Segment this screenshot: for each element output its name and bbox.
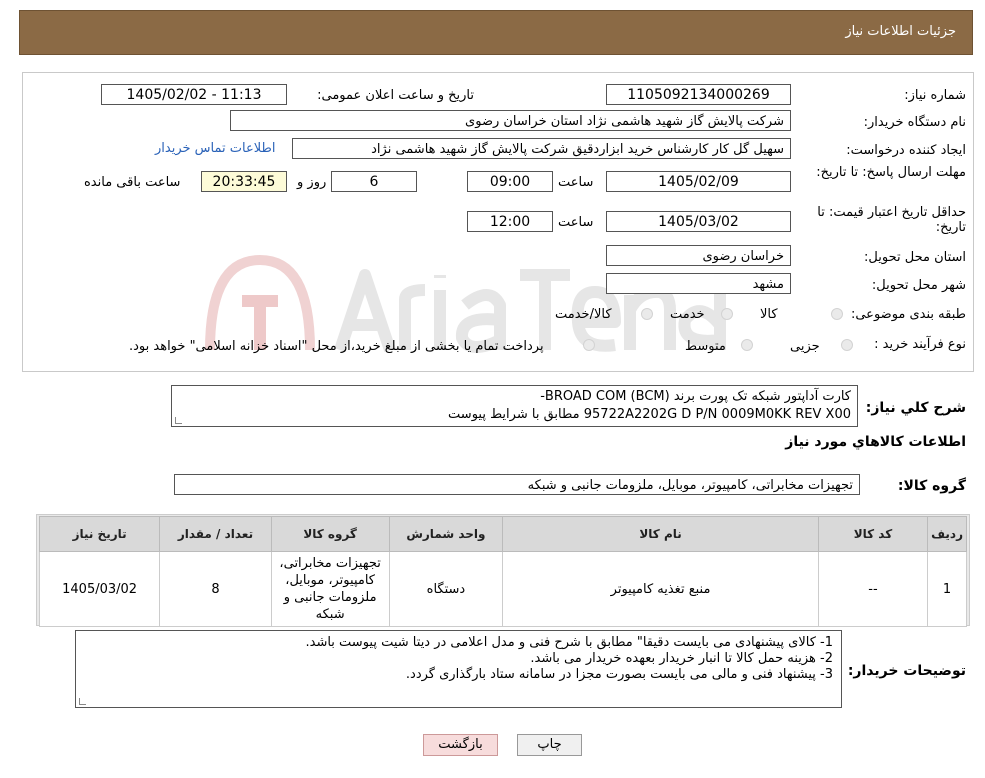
col-header-date: تاریخ نیاز [38, 516, 161, 552]
cell-qty: 8 [159, 551, 272, 627]
announce-field: 1405/02/02 - 11:13 [101, 84, 287, 105]
deadline-time-field: 09:00 [467, 171, 553, 192]
days-field: 6 [331, 171, 417, 192]
category-option-service: خدمت [670, 307, 705, 322]
buyer-note-1: 1- کالای پیشنهادی می بایست دقیقا" مطابق … [305, 635, 833, 650]
process-radio-medium[interactable] [741, 339, 753, 351]
category-radio-goods-service[interactable] [641, 308, 653, 320]
validity-time-label: ساعت [558, 215, 594, 230]
validity-time-field: 12:00 [467, 211, 553, 232]
col-header-qty: تعداد / مقدار [159, 516, 272, 552]
need-number-field: 1105092134000269 [606, 84, 791, 105]
page-title: جزئیات اطلاعات نیاز [845, 24, 956, 39]
validity-label: حداقل تاریخ اعتبار قیمت: تا تاریخ: [817, 205, 966, 235]
province-label: استان محل تحویل: [864, 250, 966, 265]
col-header-code: کد کالا [817, 516, 929, 552]
category-radio-service[interactable] [721, 308, 733, 320]
province-field: خراسان رضوی [606, 245, 791, 266]
resize-grip-icon[interactable] [79, 698, 86, 705]
col-header-group: گروه کالا [270, 516, 390, 552]
process-option-minor: جزیی [790, 339, 820, 354]
buyer-org-field: شرکت پالایش گاز شهید هاشمی نژاد استان خر… [230, 110, 791, 131]
validity-date-field: 1405/03/02 [606, 211, 791, 232]
category-radio-goods[interactable] [831, 308, 843, 320]
cell-date: 1405/03/02 [38, 551, 161, 627]
process-option-medium: متوسط [685, 339, 726, 354]
buyer-org-label: نام دستگاه خریدار: [863, 115, 966, 130]
description-line-1: کارت آداپتور شبکه تک پورت برند BROAD COM… [540, 389, 851, 404]
cell-code: -- [817, 551, 929, 627]
city-label: شهر محل تحویل: [871, 278, 966, 293]
items-table: رديف کد کالا نام کالا واحد شمارش گروه کا… [38, 516, 967, 627]
description-line-2: 95722A2202G D P/N 0009M0KK REV X00 مطابق… [448, 407, 851, 422]
deadline-label: مهلت ارسال پاسخ: تا تاریخ: [816, 165, 966, 180]
col-header-row: رديف [927, 516, 967, 552]
col-header-unit: واحد شمارش [388, 516, 504, 552]
deadline-date-field: 1405/02/09 [606, 171, 791, 192]
table-row: 1 -- منبع تغذیه کامپیوتر دستگاه تجهیزات … [38, 551, 967, 627]
category-option-goods-service: کالا/خدمت [555, 307, 612, 322]
description-label: شرح کلي نياز: [865, 400, 966, 416]
process-checkbox-treasury[interactable] [583, 339, 595, 351]
goods-group-label: گروه کالا: [897, 478, 966, 494]
buyer-notes-textarea[interactable]: 1- کالای پیشنهادی می بایست دقیقا" مطابق … [75, 630, 842, 708]
buyer-contact-link[interactable]: اطلاعات تماس خریدار [155, 141, 275, 156]
process-radio-minor[interactable] [841, 339, 853, 351]
cell-name: منبع تغذیه کامپیوتر [502, 551, 819, 627]
category-label: طبقه بندی موضوعی: [850, 307, 966, 322]
category-option-goods: کالا [760, 307, 778, 322]
requester-label: ایجاد کننده درخواست: [846, 143, 966, 158]
deadline-time-label: ساعت [558, 175, 594, 190]
back-button[interactable]: بازگشت [423, 734, 498, 756]
cell-unit: دستگاه [388, 551, 504, 627]
description-textarea[interactable]: کارت آداپتور شبکه تک پورت برند BROAD COM… [171, 385, 858, 427]
buyer-note-3: 3- پیشنهاد فنی و مالی می بایست بصورت مجز… [405, 667, 833, 682]
goods-group-field: تجهیزات مخابراتی، کامپیوتر، موبایل، ملزو… [174, 474, 860, 495]
cell-row: 1 [927, 551, 967, 627]
announce-label: تاریخ و ساعت اعلان عمومی: [317, 88, 474, 103]
city-field: مشهد [606, 273, 791, 294]
process-note: پرداخت تمام یا بخشی از مبلغ خرید،از محل … [129, 339, 544, 354]
col-header-name: نام کالا [502, 516, 819, 552]
need-number-label: شماره نیاز: [904, 88, 966, 103]
print-button[interactable]: چاپ [517, 734, 582, 756]
buyer-note-2: 2- هزینه حمل کالا تا انبار خریدار بعهده … [530, 651, 833, 666]
remaining-label: ساعت باقی مانده [84, 175, 181, 190]
remaining-time-field: 20:33:45 [201, 171, 287, 192]
goods-section-title: اطلاعات کالاهاي مورد نياز [785, 434, 966, 450]
buyer-notes-label: توضیحات خریدار: [847, 663, 966, 679]
page-header: جزئیات اطلاعات نیاز [19, 10, 973, 55]
resize-grip-icon[interactable] [175, 417, 182, 424]
process-label: نوع فرآیند خرید : [874, 337, 966, 352]
days-label: روز و [297, 175, 327, 190]
cell-group: تجهیزات مخابراتی، کامپیوتر، موبایل، ملزو… [270, 551, 390, 627]
requester-field: سهیل گل کار کارشناس خرید ابزاردقیق شرکت … [292, 138, 791, 159]
